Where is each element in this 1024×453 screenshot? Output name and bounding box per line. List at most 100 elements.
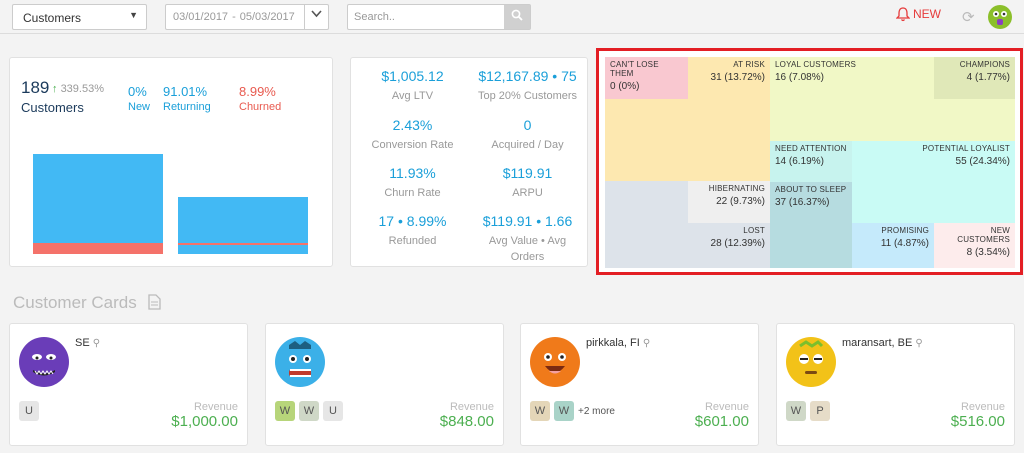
segment-name: CAN'T LOSE THEM [610, 60, 659, 78]
segment-name: LOST [743, 226, 765, 235]
search-input[interactable]: Search.. [347, 4, 531, 30]
stat-returning: 91.01% Returning [163, 84, 211, 113]
metric-value: 2.43% [392, 117, 433, 133]
product-badge: U [323, 401, 343, 421]
segment-count: 4 (1.77%) [966, 72, 1010, 83]
metric-avg-value-orders: $119.91 • 1.66 Avg Value • Avg Orders [470, 213, 585, 265]
date-range-start: 03/01/2017 [173, 11, 229, 23]
date-dropdown-icon[interactable] [304, 5, 328, 29]
customer-card[interactable]: maransart, BE ⚲ WP Revenue $516.00 [776, 323, 1015, 446]
customer-revenue: Revenue $1,000.00 [171, 401, 238, 430]
metric-arpu: $119.91 ARPU [470, 165, 585, 201]
refresh-icon[interactable]: ⟳ [962, 8, 975, 26]
metric-conversion-rate: 2.43% Conversion Rate [355, 117, 470, 153]
new-label: New [128, 101, 151, 113]
customer-card[interactable]: WWU Revenue $848.00 [265, 323, 504, 446]
customer-revenue: Revenue $516.00 [951, 401, 1005, 430]
churned-bar-churn [178, 243, 308, 245]
segment-promising[interactable]: PROMISING 11 (4.87%) [852, 223, 934, 268]
customer-card[interactable]: SE ⚲ U Revenue $1,000.00 [9, 323, 248, 446]
customer-location: pirkkala, FI ⚲ [586, 337, 650, 349]
customer-avatar [19, 337, 69, 387]
product-badges: WP [786, 401, 834, 421]
metric-label: Avg LTV [391, 90, 434, 102]
segment-need-attention[interactable]: NEED ATTENTION 14 (6.19%) [770, 141, 852, 182]
revenue-value: $516.00 [950, 413, 1005, 430]
product-badge: W [554, 401, 574, 421]
more-badges-link[interactable]: +2 more [578, 406, 615, 417]
metric-label: Top 20% Customers [477, 90, 578, 102]
location-text: SE [75, 337, 90, 349]
segment-at-risk[interactable]: AT RISK 31 (13.72%) [688, 57, 770, 99]
segment-potential-loyalist[interactable]: POTENTIAL LOYALIST 55 (24.34%) [852, 141, 1015, 223]
segment-count: 22 (9.73%) [716, 196, 765, 207]
segment-select[interactable]: Customers ▼ [12, 4, 147, 30]
date-range-picker[interactable]: 03/01/2017-05/03/2017 [165, 4, 329, 30]
segment-name: PROMISING [881, 226, 929, 235]
stat-new: 0% New [128, 84, 150, 113]
revenue-value: $848.00 [439, 413, 494, 430]
search-button[interactable] [504, 5, 530, 29]
product-badge: W [299, 401, 319, 421]
map-pin-icon: ⚲ [92, 338, 101, 349]
segment-name: LOYAL CUSTOMERS [775, 60, 857, 69]
search-icon [511, 9, 523, 21]
user-avatar[interactable] [988, 5, 1012, 29]
customer-avatar [786, 337, 836, 387]
segment-count: 0 (0%) [610, 81, 640, 92]
segment-lost[interactable]: LOST 28 (12.39%) [688, 223, 770, 268]
segment-at-risk-area[interactable] [605, 99, 770, 181]
segment-name: ABOUT TO SLEEP [775, 185, 847, 194]
segment-count: 37 (16.37%) [775, 197, 830, 208]
segment-count: 28 (12.39%) [710, 238, 765, 249]
segment-name: NEED ATTENTION [775, 144, 847, 153]
metric-value: 0 [523, 117, 532, 133]
segment-count: 16 (7.08%) [775, 72, 824, 83]
segment-loyal-customers[interactable]: LOYAL CUSTOMERS 16 (7.08%) [770, 57, 934, 141]
segment-name: CHAMPIONS [959, 60, 1010, 69]
metric-label: Churn Rate [384, 187, 441, 199]
product-badges: W W +2 more [530, 401, 615, 421]
segment-cant-lose-them[interactable]: CAN'T LOSE THEM 0 (0%) [605, 57, 688, 99]
churned-label: Churned [239, 101, 282, 113]
bell-icon [895, 7, 911, 22]
metric-avg-ltv: $1,005.12 Avg LTV [355, 68, 470, 104]
segment-name: NEW CUSTOMERS [957, 226, 1010, 244]
customer-location: SE ⚲ [75, 337, 100, 349]
customers-label: Customers [21, 100, 84, 115]
segment-name: POTENTIAL LOYALIST [922, 144, 1010, 153]
customer-avatar [275, 337, 325, 387]
segment-hibernating[interactable]: HIBERNATING 22 (9.73%) [688, 181, 770, 223]
returning-bar [33, 154, 163, 254]
customers-count: 189 [21, 78, 50, 97]
segment-count: 8 (3.54%) [966, 247, 1010, 258]
revenue-label: Revenue [193, 401, 238, 413]
product-badge: U [19, 401, 39, 421]
segment-about-to-sleep[interactable]: ABOUT TO SLEEP 37 (16.37%) [770, 182, 852, 268]
segment-new-customers[interactable]: NEW CUSTOMERS 8 (3.54%) [934, 223, 1015, 268]
new-notifications-button[interactable]: NEW [895, 7, 941, 27]
location-text: maransart, BE [842, 337, 913, 349]
product-badge: W [786, 401, 806, 421]
customer-avatar [530, 337, 580, 387]
new-value: 0% [128, 84, 147, 99]
segment-lost-area[interactable] [605, 181, 688, 268]
segment-count: 55 (24.34%) [955, 156, 1010, 167]
chevron-down-icon: ▼ [129, 10, 138, 20]
segment-loyal-area[interactable] [934, 99, 1015, 141]
customer-card[interactable]: pirkkala, FI ⚲ W W +2 more Revenue $601.00 [520, 323, 759, 446]
metric-value: $119.91 [502, 165, 553, 181]
metrics-card: $1,005.12 Avg LTV $12,167.89 • 75 Top 20% … [350, 57, 588, 267]
metric-label: Refunded [388, 235, 437, 247]
document-icon [147, 294, 161, 310]
metric-value: $119.91 • 1.66 [482, 213, 573, 229]
location-text: pirkkala, FI [586, 337, 640, 349]
customer-revenue: Revenue $848.00 [440, 401, 494, 430]
revenue-label: Revenue [704, 401, 749, 413]
revenue-value: $601.00 [694, 413, 749, 430]
segment-champions[interactable]: CHAMPIONS 4 (1.77%) [934, 57, 1015, 99]
metric-value: 11.93% [389, 165, 436, 181]
metric-top20: $12,167.89 • 75 Top 20% Customers [470, 68, 585, 104]
customer-location: maransart, BE ⚲ [842, 337, 923, 349]
customers-change-value: 339.53% [60, 83, 104, 95]
